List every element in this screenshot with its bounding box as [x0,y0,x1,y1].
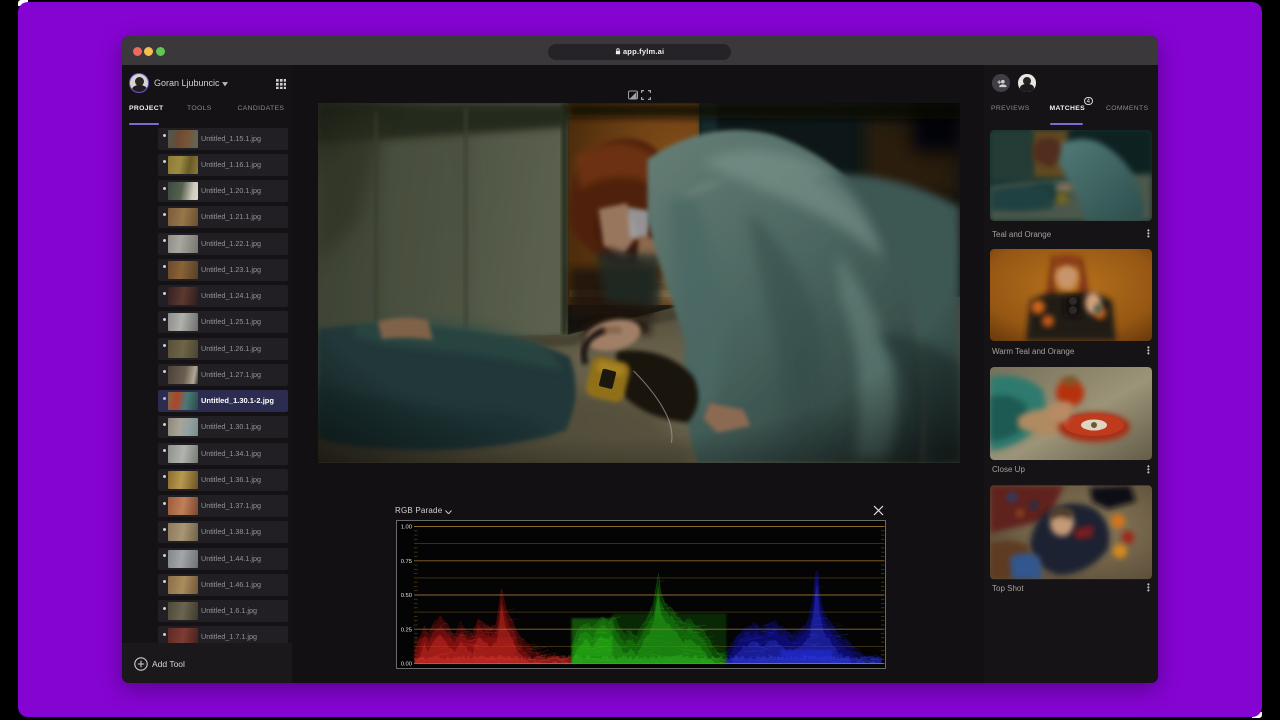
svg-text:0.00: 0.00 [400,662,411,668]
svg-text:1.00: 1.00 [400,525,411,531]
svg-text:0.50: 0.50 [400,593,411,599]
svg-text:0.25: 0.25 [400,627,411,633]
svg-text:0.75: 0.75 [400,559,411,565]
